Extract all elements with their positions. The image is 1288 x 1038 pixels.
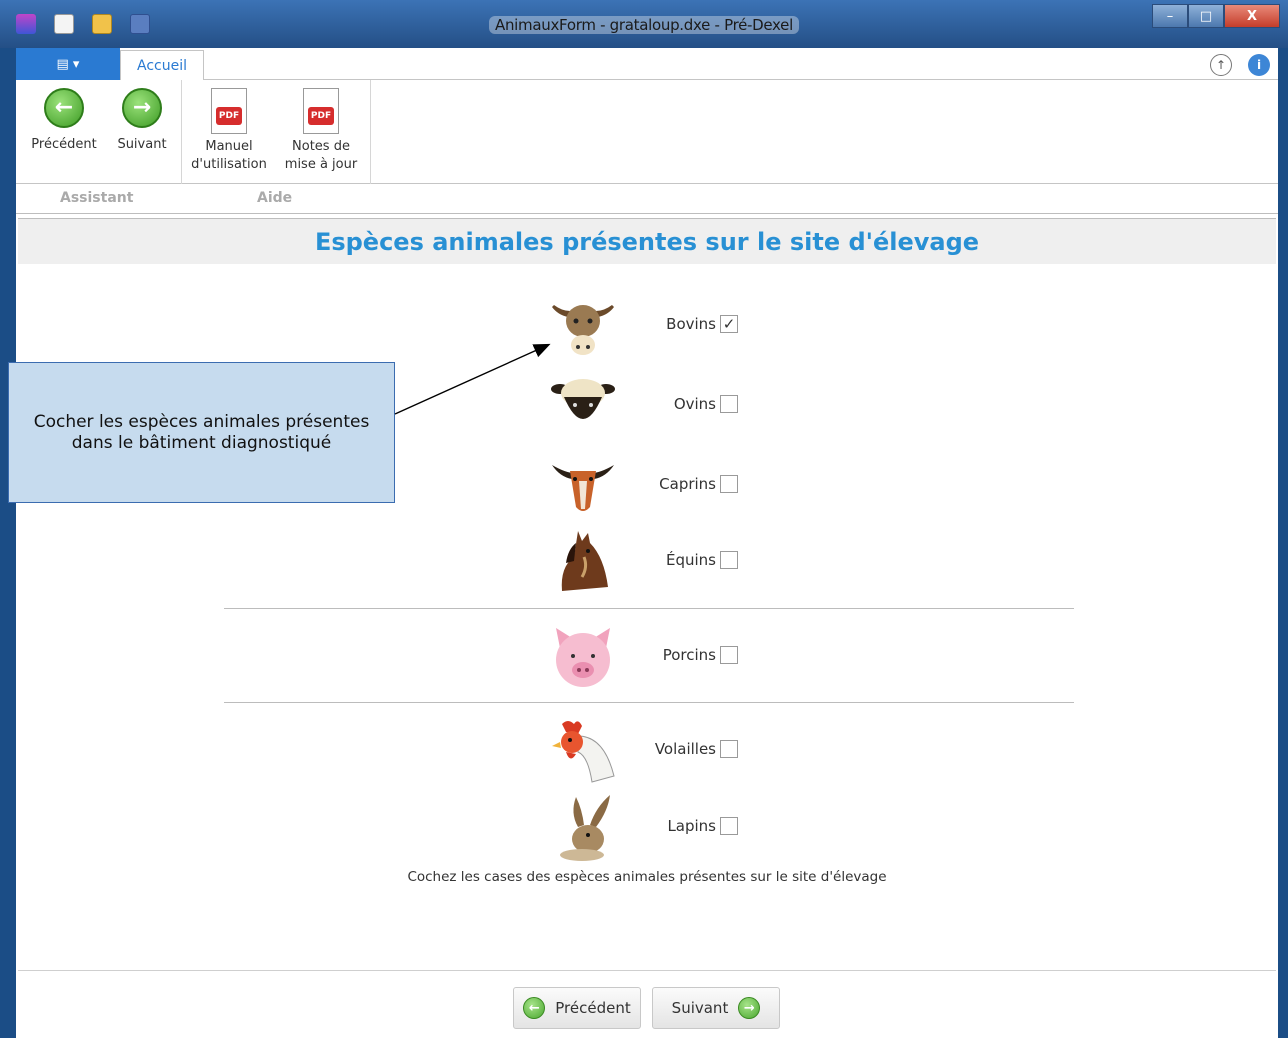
species-label: Bovins: [666, 315, 716, 333]
species-row-volailles: Volailles: [548, 716, 738, 786]
species-row-bovins: Bovins ✓: [548, 291, 738, 361]
lapins-checkbox[interactable]: [720, 817, 738, 835]
check-mark: ✓: [722, 314, 736, 333]
ribbon-suivant-label: Suivant: [117, 137, 167, 152]
arrow-left-icon: ←: [44, 88, 84, 128]
window-title-container: AnimauxForm - grataloup.dxe - Pré-Dexel: [0, 16, 1288, 34]
ovins-checkbox[interactable]: [720, 395, 738, 413]
group-label-assistant: Assistant: [60, 190, 134, 206]
notes-label-line1: Notes de: [292, 139, 350, 154]
arrow-left-icon: ←: [523, 997, 546, 1019]
callout-line-2: dans le bâtiment diagnostiqué: [71, 432, 332, 453]
main-content: Espèces animales présentes sur le site d…: [18, 218, 1276, 1038]
caprins-checkbox[interactable]: [720, 475, 738, 493]
info-icon[interactable]: i: [1248, 54, 1270, 76]
species-row-porcins: Porcins: [548, 622, 738, 692]
pdf-icon: PDF: [303, 88, 339, 134]
app-menu-button[interactable]: ▤ ▾: [16, 48, 120, 80]
porcins-checkbox[interactable]: [720, 646, 738, 664]
precedent-button[interactable]: ← Précédent: [513, 987, 641, 1029]
manuel-label-line1: Manuel: [205, 139, 253, 154]
volailles-checkbox[interactable]: [720, 740, 738, 758]
species-row-ovins: Ovins: [548, 371, 738, 441]
ribbon-group-divider: [370, 80, 371, 184]
precedent-button-label: Précédent: [555, 999, 631, 1017]
ribbon-panel: ← Précédent → Suivant PDF Manuel d'utili…: [16, 80, 1278, 184]
pdf-icon: PDF: [211, 88, 247, 134]
arrow-right-icon: →: [738, 997, 761, 1019]
minimize-button[interactable]: –: [1152, 4, 1188, 28]
equins-checkbox[interactable]: [720, 551, 738, 569]
window-title: AnimauxForm - grataloup.dxe - Pré-Dexel: [489, 16, 799, 34]
maximize-button[interactable]: □: [1188, 4, 1224, 28]
annotation-callout: Cocher les espèces animales présentes da…: [8, 362, 395, 503]
page-title-bar: Espèces animales présentes sur le site d…: [18, 219, 1276, 264]
footer-separator: [18, 970, 1276, 971]
sheep-icon: [548, 371, 618, 441]
manuel-utilisation-button[interactable]: PDF Manuel d'utilisation: [188, 88, 270, 174]
group-label-aide: Aide: [257, 190, 293, 206]
ribbon-precedent-label: Précédent: [31, 137, 97, 152]
species-label: Caprins: [659, 475, 716, 493]
client-area: ▤ ▾ Accueil ↑ i ← Précédent → Suivant PD…: [16, 48, 1278, 1038]
title-bar: AnimauxForm - grataloup.dxe - Pré-Dexel …: [0, 0, 1288, 48]
chicken-icon: [548, 716, 618, 786]
tab-accueil[interactable]: Accueil: [120, 50, 204, 81]
suivant-button-label: Suivant: [671, 999, 729, 1017]
goat-icon: [548, 451, 618, 521]
suivant-button[interactable]: Suivant →: [652, 987, 780, 1029]
arrow-right-icon: →: [122, 88, 162, 128]
callout-line-1: Cocher les espèces animales présentes: [33, 411, 370, 432]
species-row-equins: Équins: [548, 527, 738, 597]
page-title: Espèces animales présentes sur le site d…: [314, 227, 980, 256]
separator-line: [224, 608, 1074, 609]
species-label: Ovins: [673, 395, 716, 413]
manuel-label-line2: d'utilisation: [191, 157, 267, 172]
species-label: Volailles: [654, 740, 716, 758]
species-label: Équins: [666, 551, 716, 569]
separator-line: [224, 702, 1074, 703]
ribbon-right-controls: ↑ i: [1210, 54, 1270, 76]
species-row-caprins: Caprins: [548, 451, 738, 521]
window-controls: – □ X: [1152, 4, 1280, 28]
horse-icon: [548, 527, 618, 597]
ribbon-tab-row: ▤ ▾ Accueil ↑ i: [16, 48, 1278, 81]
cow-icon: [548, 291, 618, 361]
notes-mise-a-jour-button[interactable]: PDF Notes de mise à jour: [280, 88, 362, 174]
bovins-checkbox[interactable]: ✓: [720, 315, 738, 333]
collapse-ribbon-icon[interactable]: ↑: [1210, 54, 1232, 76]
ribbon-suivant-button[interactable]: → Suivant: [110, 88, 174, 154]
ribbon-precedent-button[interactable]: ← Précédent: [26, 88, 102, 154]
notes-label-line2: mise à jour: [284, 157, 358, 172]
rabbit-icon: [548, 793, 618, 863]
ribbon-group-labels: Assistant Aide: [16, 184, 1278, 214]
instruction-text: Cochez les cases des espèces animales pr…: [407, 869, 887, 885]
species-row-lapins: Lapins: [548, 793, 738, 863]
ribbon-group-divider: [181, 80, 182, 184]
species-label: Lapins: [667, 817, 716, 835]
close-button[interactable]: X: [1224, 4, 1280, 28]
species-label: Porcins: [662, 646, 716, 664]
pig-icon: [548, 622, 618, 692]
application-window: AnimauxForm - grataloup.dxe - Pré-Dexel …: [0, 0, 1288, 1038]
